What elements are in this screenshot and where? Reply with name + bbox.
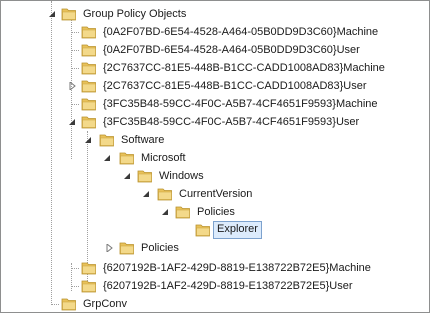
tree-node-label[interactable]: Policies bbox=[139, 239, 181, 257]
tree-node-label[interactable]: {3FC35B48-59CC-4F0C-A5B7-4CF4651F9593}Ma… bbox=[101, 95, 380, 113]
collapsed-arrow-icon[interactable] bbox=[68, 82, 76, 90]
tree-node-label[interactable]: GrpConv bbox=[81, 295, 129, 312]
tree-node-label[interactable]: {6207192B-1AF2-429D-8819-E138722B72E5}Ma… bbox=[101, 259, 373, 277]
expanded-arrow-icon[interactable] bbox=[48, 10, 56, 18]
folder-icon bbox=[81, 60, 97, 76]
tree-node-label[interactable]: Policies bbox=[195, 203, 237, 221]
folder-icon bbox=[81, 96, 97, 112]
tree-node-label[interactable]: Explorer bbox=[213, 221, 262, 239]
folder-icon bbox=[119, 150, 135, 166]
folder-icon bbox=[195, 222, 211, 238]
expanded-arrow-icon[interactable] bbox=[123, 172, 131, 180]
collapsed-arrow-icon[interactable] bbox=[105, 244, 113, 252]
tree-node-label[interactable]: {6207192B-1AF2-429D-8819-E138722B72E5}Us… bbox=[101, 277, 355, 295]
expanded-arrow-icon[interactable] bbox=[84, 136, 92, 144]
folder-icon bbox=[81, 78, 97, 94]
tree-node-label[interactable]: {2C7637CC-81E5-448B-B1CC-CADD1008AD83}Us… bbox=[101, 77, 369, 95]
tree-node-label[interactable]: {3FC35B48-59CC-4F0C-A5B7-4CF4651F9593}Us… bbox=[101, 113, 361, 131]
registry-tree-panel: Group Policy Objects {0A2F07BD-6E54-4528… bbox=[0, 0, 430, 313]
folder-icon bbox=[157, 186, 173, 202]
folder-icon bbox=[61, 6, 77, 22]
expanded-arrow-icon[interactable] bbox=[103, 154, 111, 162]
folder-icon bbox=[175, 204, 191, 220]
folder-icon bbox=[81, 114, 97, 130]
tree-node-label[interactable]: CurrentVersion bbox=[177, 185, 254, 203]
folder-icon bbox=[119, 240, 135, 256]
tree-node-label[interactable]: {0A2F07BD-6E54-4528-A464-05B0DD9D3C60}Us… bbox=[101, 41, 362, 59]
folder-icon bbox=[81, 42, 97, 58]
folder-icon bbox=[81, 260, 97, 276]
tree-node-label[interactable]: Software bbox=[119, 131, 166, 149]
tree-node-label[interactable]: {0A2F07BD-6E54-4528-A464-05B0DD9D3C60}Ma… bbox=[101, 23, 380, 41]
expanded-arrow-icon[interactable] bbox=[68, 118, 76, 126]
folder-icon bbox=[81, 278, 97, 294]
tree-node-label[interactable]: Windows bbox=[157, 167, 206, 185]
expanded-arrow-icon[interactable] bbox=[142, 190, 150, 198]
folder-icon bbox=[137, 168, 153, 184]
folder-icon bbox=[61, 296, 77, 312]
tree-node-label[interactable]: Group Policy Objects bbox=[81, 5, 188, 23]
expanded-arrow-icon[interactable] bbox=[161, 208, 169, 216]
tree-node-label[interactable]: {2C7637CC-81E5-448B-B1CC-CADD1008AD83}Ma… bbox=[101, 59, 387, 77]
tree-view: Group Policy Objects {0A2F07BD-6E54-4528… bbox=[1, 1, 429, 312]
tree-node-label[interactable]: Microsoft bbox=[139, 149, 188, 167]
folder-icon bbox=[81, 24, 97, 40]
folder-icon bbox=[99, 132, 115, 148]
